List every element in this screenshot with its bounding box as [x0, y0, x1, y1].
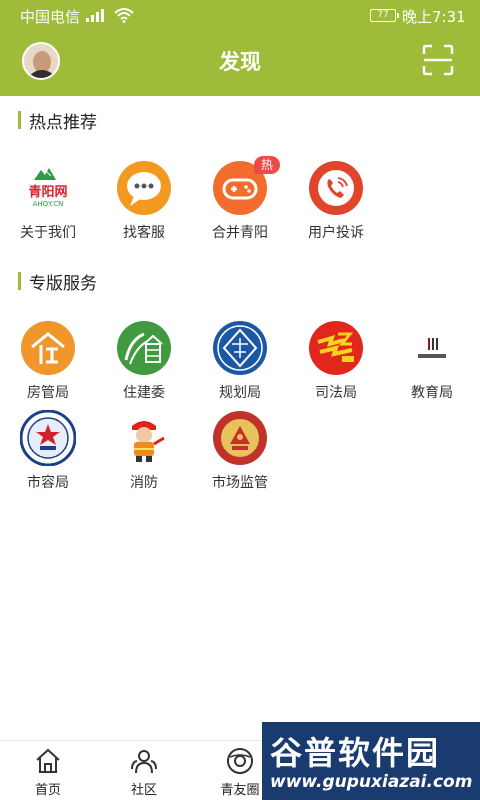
community-icon — [131, 750, 157, 774]
qingyang-logo-icon: 青阳网 AHQY.CN — [20, 160, 76, 216]
grid-item-label: 用户投诉 — [308, 225, 364, 241]
grid-item-planning-bureau[interactable]: 规划局 — [192, 320, 288, 410]
section-header-services: 专版服务 — [18, 271, 97, 294]
grid-item-education-bureau[interactable]: 教育局 — [384, 320, 480, 410]
site-watermark: 谷普软件园 www.gupuxiazai.com — [262, 722, 480, 800]
grid-item-fire-department[interactable]: 消防 — [96, 410, 192, 500]
nav-label: 社区 — [130, 783, 157, 798]
watermark-title: 谷普软件园 — [270, 734, 441, 772]
grid-item-label: 住建委 — [123, 385, 165, 401]
city-appearance-icon — [19, 409, 77, 467]
grid-item-merge-qingyang[interactable]: 热 合并青阳 — [192, 156, 288, 250]
grid-item-label: 找客服 — [123, 225, 165, 241]
signal-icon — [86, 8, 104, 22]
gamepad-icon: 热 — [212, 156, 280, 216]
hot-badge: 热 — [254, 156, 280, 174]
accent-bar — [18, 111, 21, 129]
friend-circle-icon — [227, 748, 253, 774]
section-title: 热点推荐 — [29, 112, 97, 133]
grid-item-label: 规划局 — [219, 385, 261, 401]
grid-item-complaints[interactable]: 用户投诉 — [288, 160, 384, 250]
nav-label: 首页 — [34, 783, 61, 798]
education-bureau-icon — [404, 320, 460, 376]
carrier-name: 中国电信 — [20, 8, 81, 26]
accent-bar — [18, 272, 21, 290]
home-icon — [36, 748, 60, 773]
battery-icon: 77 — [370, 9, 399, 22]
planning-bureau-icon — [212, 320, 268, 376]
status-bar: 中国电信 77 晚上7:31 — [0, 0, 480, 32]
grid-item-housing-bureau[interactable]: 房管局 — [0, 320, 96, 410]
app-header: 中国电信 77 晚上7:31 发现 — [0, 0, 480, 96]
grid-item-city-appearance[interactable]: 市容局 — [0, 409, 96, 500]
grid-item-label: 司法局 — [315, 385, 357, 401]
logo-text: 青阳网 — [28, 184, 67, 200]
grid-item-about-us[interactable]: 青阳网 AHQY.CN 关于我们 — [0, 160, 96, 250]
nav-item-community[interactable]: 社区 — [96, 741, 192, 800]
chat-bubble-icon — [116, 160, 172, 216]
watermark-url: www.gupuxiazai.com — [270, 772, 473, 792]
nav-item-home[interactable]: 首页 — [0, 741, 96, 800]
wifi-icon — [114, 8, 134, 23]
grid-item-label: 合并青阳 — [212, 225, 268, 241]
housing-bureau-icon — [20, 320, 76, 376]
grid-item-label: 教育局 — [411, 385, 453, 401]
market-supervision-icon — [212, 410, 268, 466]
grid-item-label: 消防 — [130, 475, 158, 491]
grid-item-label: 关于我们 — [20, 225, 76, 241]
justice-bureau-icon — [308, 320, 364, 376]
section-header-hot: 热点推荐 — [18, 110, 97, 133]
logo-subtext: AHQY.CN — [33, 200, 64, 208]
grid-item-market-supervision[interactable]: 市场监管 — [192, 410, 288, 500]
grid-item-justice-bureau[interactable]: 司法局 — [288, 320, 384, 410]
grid-item-label: 市容局 — [27, 475, 69, 491]
grid-item-label: 市场监管 — [212, 475, 268, 491]
page-title: 发现 — [219, 50, 261, 74]
firefighter-icon — [116, 410, 172, 466]
construction-committee-icon — [116, 320, 172, 376]
grid-item-construction-committee[interactable]: 住建委 — [96, 320, 192, 410]
phone-call-icon — [308, 160, 364, 216]
section-title: 专版服务 — [29, 273, 97, 294]
scan-icon[interactable] — [422, 44, 454, 76]
grid-item-customer-service[interactable]: 找客服 — [96, 160, 192, 250]
grid-item-label: 房管局 — [27, 385, 69, 401]
clock: 晚上7:31 — [402, 8, 466, 26]
